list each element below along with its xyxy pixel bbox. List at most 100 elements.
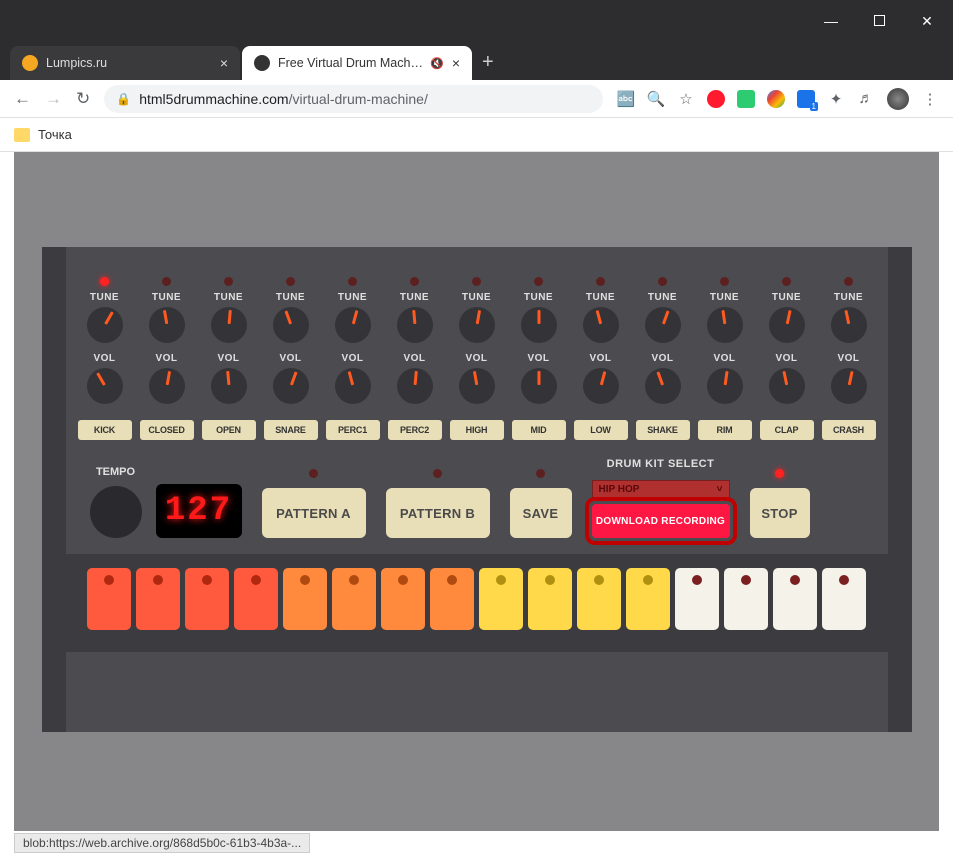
maximize-button[interactable] xyxy=(869,13,889,29)
step-led-icon xyxy=(202,575,212,585)
tab-close-icon[interactable]: × xyxy=(220,55,228,71)
channel-label-button[interactable]: MID xyxy=(512,420,566,440)
tune-label: TUNE xyxy=(400,292,429,303)
tune-knob[interactable] xyxy=(707,307,743,343)
channel-label-button[interactable]: PERC2 xyxy=(388,420,442,440)
vol-knob[interactable] xyxy=(831,368,867,404)
vol-knob[interactable] xyxy=(583,368,619,404)
step-7[interactable] xyxy=(381,568,425,630)
ext-globe-icon[interactable] xyxy=(767,90,785,108)
bookmark-star-icon[interactable]: ☆ xyxy=(677,90,695,108)
download-recording-button[interactable]: DOWNLOAD RECORDING xyxy=(592,504,730,538)
forward-button[interactable]: → xyxy=(45,89,62,109)
tune-knob[interactable] xyxy=(831,307,867,343)
step-9[interactable] xyxy=(479,568,523,630)
step-10[interactable] xyxy=(528,568,572,630)
step-12[interactable] xyxy=(626,568,670,630)
vol-knob[interactable] xyxy=(769,368,805,404)
step-1[interactable] xyxy=(87,568,131,630)
step-3[interactable] xyxy=(185,568,229,630)
page-content: TUNEVOLKICKTUNEVOLCLOSEDTUNEVOLOPENTUNEV… xyxy=(14,152,939,831)
zoom-icon[interactable]: 🔍 xyxy=(647,90,665,108)
vol-knob[interactable] xyxy=(459,368,495,404)
tune-label: TUNE xyxy=(276,292,305,303)
url-input[interactable]: 🔒 html5drummachine.com/virtual-drum-mach… xyxy=(104,85,603,113)
tab-lumpics[interactable]: Lumpics.ru × xyxy=(10,46,240,80)
channel-label-button[interactable]: SHAKE xyxy=(636,420,690,440)
channel-label-button[interactable]: CRASH xyxy=(822,420,876,440)
channel-label-button[interactable]: SNARE xyxy=(264,420,318,440)
vol-knob[interactable] xyxy=(645,368,681,404)
tune-knob[interactable] xyxy=(459,307,495,343)
vol-knob[interactable] xyxy=(335,368,371,404)
tune-knob[interactable] xyxy=(583,307,619,343)
bookmarks-bar: Точка xyxy=(0,118,953,152)
vol-knob[interactable] xyxy=(211,368,247,404)
reload-button[interactable]: ↻ xyxy=(76,89,90,109)
step-6[interactable] xyxy=(332,568,376,630)
close-button[interactable]: ✕ xyxy=(917,13,937,30)
bookmark-tochka[interactable]: Точка xyxy=(38,127,72,142)
channel-label-button[interactable]: CLOSED xyxy=(140,420,194,440)
pattern-b-button[interactable]: PATTERN B xyxy=(386,488,490,538)
channel-label-button[interactable]: LOW xyxy=(574,420,628,440)
tune-knob[interactable] xyxy=(769,307,805,343)
tab-drum-machine[interactable]: Free Virtual Drum Machine, U 🔇 × xyxy=(242,46,472,80)
channel-kick: TUNEVOLKICK xyxy=(74,277,136,440)
tune-knob[interactable] xyxy=(397,307,433,343)
extensions-puzzle-icon[interactable]: ✦ xyxy=(827,90,845,108)
ext-music-icon[interactable] xyxy=(737,90,755,108)
step-11[interactable] xyxy=(577,568,621,630)
channel-label-button[interactable]: PERC1 xyxy=(326,420,380,440)
channel-label-button[interactable]: CLAP xyxy=(760,420,814,440)
ext-opera-icon[interactable] xyxy=(707,90,725,108)
minimize-button[interactable]: — xyxy=(821,13,841,29)
vol-knob[interactable] xyxy=(149,368,185,404)
step-15[interactable] xyxy=(773,568,817,630)
step-led-icon xyxy=(594,575,604,585)
tune-label: TUNE xyxy=(90,292,119,303)
tune-knob[interactable] xyxy=(335,307,371,343)
vol-knob[interactable] xyxy=(397,368,433,404)
tune-knob[interactable] xyxy=(211,307,247,343)
step-4[interactable] xyxy=(234,568,278,630)
channel-label-button[interactable]: HIGH xyxy=(450,420,504,440)
tempo-knob[interactable] xyxy=(90,486,142,538)
tab-close-icon[interactable]: × xyxy=(452,55,460,71)
stop-button[interactable]: STOP xyxy=(750,488,810,538)
step-13[interactable] xyxy=(675,568,719,630)
menu-icon[interactable]: ⋮ xyxy=(921,90,939,108)
step-2[interactable] xyxy=(136,568,180,630)
step-14[interactable] xyxy=(724,568,768,630)
new-tab-button[interactable]: + xyxy=(482,51,494,80)
vol-knob[interactable] xyxy=(707,368,743,404)
save-button[interactable]: SAVE xyxy=(510,488,572,538)
tune-knob[interactable] xyxy=(521,307,557,343)
channel-label-button[interactable]: KICK xyxy=(78,420,132,440)
tune-label: TUNE xyxy=(338,292,367,303)
tune-knob[interactable] xyxy=(149,307,185,343)
vol-knob[interactable] xyxy=(87,368,123,404)
vol-knob[interactable] xyxy=(521,368,557,404)
ext-cube-icon[interactable]: 1 xyxy=(797,90,815,108)
tune-knob[interactable] xyxy=(87,307,123,343)
square-icon xyxy=(874,15,885,26)
channel-mid: TUNEVOLMID xyxy=(508,277,570,440)
step-led-icon xyxy=(741,575,751,585)
translate-icon[interactable]: 🔤 xyxy=(617,90,635,108)
profile-avatar[interactable] xyxy=(887,88,909,110)
playlist-icon[interactable]: ♬ xyxy=(857,90,875,108)
back-button[interactable]: ← xyxy=(14,89,31,109)
vol-knob[interactable] xyxy=(273,368,309,404)
pattern-a-button[interactable]: PATTERN A xyxy=(262,488,366,538)
step-5[interactable] xyxy=(283,568,327,630)
tune-knob[interactable] xyxy=(645,307,681,343)
channel-label-button[interactable]: OPEN xyxy=(202,420,256,440)
tune-knob[interactable] xyxy=(273,307,309,343)
mute-icon[interactable]: 🔇 xyxy=(430,57,444,70)
step-8[interactable] xyxy=(430,568,474,630)
kit-select[interactable]: HIP HOP ˅ xyxy=(592,480,730,498)
step-16[interactable] xyxy=(822,568,866,630)
channel-label-button[interactable]: RIM xyxy=(698,420,752,440)
status-bar: blob:https://web.archive.org/868d5b0c-61… xyxy=(14,833,310,853)
